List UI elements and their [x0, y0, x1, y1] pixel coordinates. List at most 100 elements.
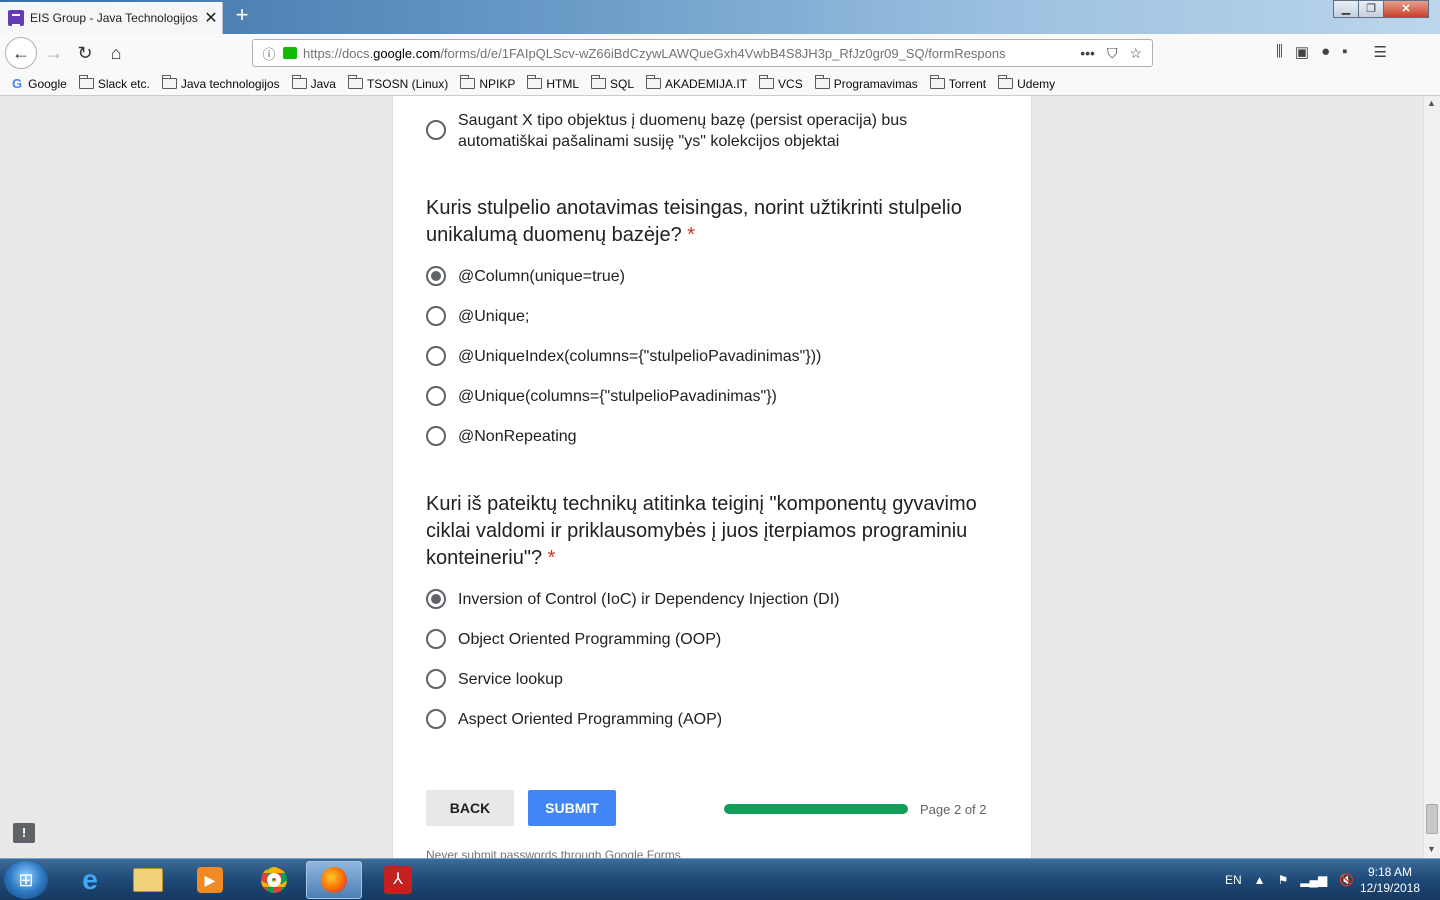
option-label: Inversion of Control (IoC) ir Dependency… — [458, 591, 840, 608]
address-bar[interactable]: ⓘ https://docs.google.com/forms/d/e/1FAI… — [252, 39, 1153, 67]
home-button[interactable]: ⌂ — [102, 39, 130, 67]
radio-option[interactable]: @Column(unique=true) — [426, 266, 625, 287]
radio-option[interactable]: Aspect Oriented Programming (AOP) — [426, 709, 722, 730]
scroll-thumb[interactable] — [1426, 804, 1438, 834]
lock-icon[interactable] — [283, 47, 297, 59]
radio-button[interactable] — [426, 120, 446, 140]
radio-option[interactable]: @Unique; — [426, 306, 529, 327]
radio-option[interactable]: Inversion of Control (IoC) ir Dependency… — [426, 589, 840, 610]
close-window-button[interactable]: ✕ — [1383, 0, 1429, 18]
browser-tab[interactable]: EIS Group - Java Technologijos ✕ — [0, 2, 223, 34]
taskbar-file-explorer[interactable] — [120, 861, 176, 899]
bookmark-folder[interactable]: Programavimas — [814, 75, 918, 91]
radio-button[interactable] — [426, 386, 446, 406]
bookmark-folder[interactable]: SQL — [591, 75, 634, 91]
folder-icon — [998, 75, 1014, 89]
bookmark-folder[interactable]: Torrent — [929, 75, 986, 91]
folder-icon — [646, 75, 662, 89]
radio-button[interactable] — [426, 669, 446, 689]
radio-option[interactable]: Saugant X tipo objektus į duomenų bazę (… — [426, 110, 966, 152]
page-indicator: Page 2 of 2 — [920, 802, 987, 817]
language-indicator[interactable]: EN — [1225, 873, 1242, 887]
menu-icon[interactable]: ☰ — [1373, 43, 1386, 61]
taskbar-chrome[interactable] — [246, 861, 302, 899]
bookmark-folder[interactable]: AKADEMIJA.IT — [646, 75, 747, 91]
media-player-icon: ▶ — [197, 867, 223, 893]
page-content: Saugant X tipo objektus į duomenų bazę (… — [0, 96, 1440, 858]
taskbar-acrobat[interactable]: ⅄ — [370, 861, 426, 899]
bookmark-folder[interactable]: HTML — [527, 75, 579, 91]
radio-button[interactable] — [426, 589, 446, 609]
start-button[interactable]: ⊞ — [4, 861, 48, 899]
back-button[interactable]: ← — [5, 37, 37, 69]
maximize-button[interactable]: ❐ — [1358, 0, 1384, 18]
system-clock[interactable]: 9:18 AM 12/19/2018 — [1355, 864, 1425, 896]
bookmark-folder[interactable]: NPIKP — [460, 75, 515, 91]
tab-close-icon[interactable]: ✕ — [200, 8, 222, 28]
radio-button[interactable] — [426, 266, 446, 286]
radio-button[interactable] — [426, 709, 446, 729]
back-button[interactable]: BACK — [426, 790, 514, 826]
taskbar-firefox[interactable] — [306, 861, 362, 899]
bookmark-folder[interactable]: Udemy — [998, 75, 1055, 91]
extension-icon[interactable]: ● — [1321, 43, 1330, 61]
scroll-up-icon[interactable]: ▲ — [1427, 98, 1436, 108]
arrow-left-icon: ← — [12, 42, 30, 63]
bookmark-folder[interactable]: VCS — [759, 75, 803, 91]
bookmark-folder[interactable]: Slack etc. — [78, 75, 150, 91]
bookmark-folder[interactable]: TSOSN (Linux) — [347, 75, 448, 91]
option-label: @Column(unique=true) — [458, 268, 625, 285]
pocket-icon[interactable]: ⛉ — [1107, 45, 1118, 62]
sidebar-icon[interactable]: ▣ — [1295, 43, 1309, 61]
radio-option[interactable]: @NonRepeating — [426, 426, 577, 447]
firefox-icon — [321, 867, 347, 893]
folder-icon — [347, 75, 363, 89]
url-text[interactable]: https://docs.google.com/forms/d/e/1FAIpQ… — [303, 46, 1070, 61]
radio-option[interactable]: @UniqueIndex(columns={"stulpelioPavadini… — [426, 346, 821, 367]
option-label: @NonRepeating — [458, 428, 577, 445]
scroll-down-icon[interactable]: ▼ — [1427, 844, 1436, 854]
action-center-flag-icon[interactable]: ⚑ — [1278, 873, 1289, 887]
radio-button[interactable] — [426, 629, 446, 649]
required-asterisk: * — [687, 224, 696, 246]
info-icon[interactable]: ⓘ — [257, 44, 281, 63]
reload-button[interactable]: ↻ — [71, 39, 99, 67]
taskbar-media-player[interactable]: ▶ — [182, 861, 238, 899]
navigation-toolbar: ← → ↻ ⌂ ⓘ https://docs.google.com/forms/… — [0, 34, 1440, 72]
volume-muted-icon[interactable]: 🔇 — [1339, 873, 1354, 887]
arrow-right-icon: → — [45, 42, 63, 63]
radio-button[interactable] — [426, 426, 446, 446]
folder-icon — [929, 75, 945, 89]
page-actions-icon[interactable]: ••• — [1080, 45, 1095, 62]
submit-button[interactable]: SUBMIT — [528, 790, 616, 826]
taskbar-internet-explorer[interactable]: e — [62, 861, 118, 899]
progress-bar — [724, 804, 908, 814]
question-title: Kuris stulpelio anotavimas teisingas, no… — [426, 197, 962, 246]
radio-button[interactable] — [426, 346, 446, 366]
feedback-icon[interactable]: ! — [13, 823, 35, 843]
addon-icon[interactable]: ▪ — [1342, 43, 1347, 61]
radio-option[interactable]: Service lookup — [426, 669, 563, 690]
vertical-scrollbar[interactable]: ▲ ▼ — [1423, 96, 1440, 858]
new-tab-button[interactable]: + — [230, 4, 254, 28]
required-asterisk: * — [547, 547, 556, 569]
folder-icon — [460, 75, 476, 89]
library-icon[interactable]: ⫼ — [1276, 43, 1283, 61]
minimize-button[interactable]: ▁ — [1333, 0, 1359, 18]
network-icon[interactable]: ▂▄▆ — [1300, 873, 1327, 887]
bookmark-google[interactable]: G Google — [12, 76, 67, 91]
radio-option[interactable]: @Unique(columns={"stulpelioPavadinimas"}… — [426, 386, 777, 407]
window-title-bar: EIS Group - Java Technologijos ✕ + ▁ ❐ ✕ — [0, 0, 1440, 34]
bookmark-folder[interactable]: Java technologijos — [161, 75, 280, 91]
option-label: @Unique(columns={"stulpelioPavadinimas"}… — [458, 388, 777, 405]
folder-icon — [759, 75, 775, 89]
show-hidden-icons-icon[interactable]: ▲ — [1254, 873, 1266, 887]
bookmark-star-icon[interactable]: ☆ — [1129, 45, 1142, 62]
google-forms-icon — [8, 10, 24, 26]
radio-option[interactable]: Object Oriented Programming (OOP) — [426, 629, 721, 650]
bookmark-folder[interactable]: Java — [291, 75, 336, 91]
form-card: Saugant X tipo objektus į duomenų bazę (… — [392, 96, 1032, 858]
radio-button[interactable] — [426, 306, 446, 326]
windows-logo-icon: ⊞ — [18, 869, 34, 890]
forward-button[interactable]: → — [40, 39, 68, 67]
